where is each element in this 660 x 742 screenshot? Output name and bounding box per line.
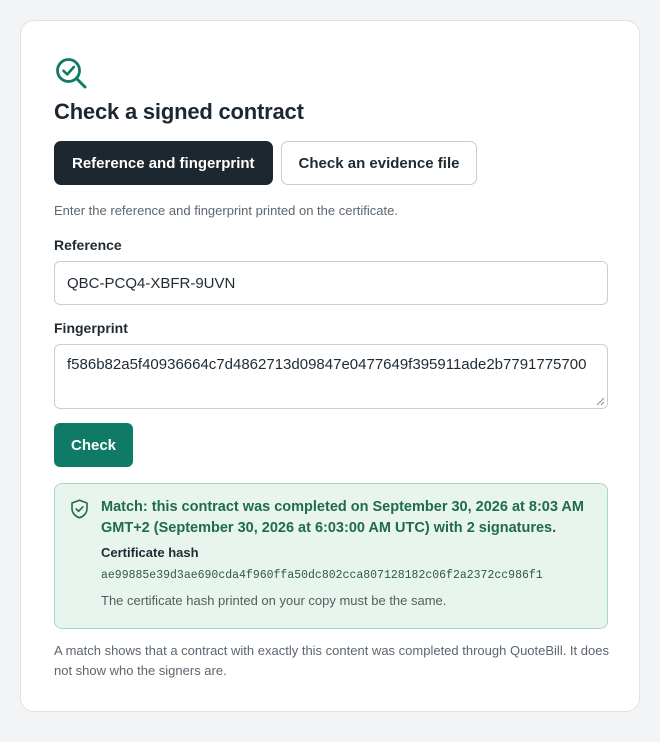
page-title: Check a signed contract bbox=[54, 99, 304, 124]
mode-tabs: Reference and fingerprint Check an evide… bbox=[54, 141, 478, 185]
reference-value: QBC-PCQ4-XBFR-9UVN bbox=[67, 274, 236, 292]
tab-reference-fingerprint[interactable]: Reference and fingerprint bbox=[54, 141, 273, 185]
certificate-hash-label: Certificate hash bbox=[101, 545, 199, 560]
fingerprint-value: f586b82a5f40936664c7d4862713d09847e04776… bbox=[67, 356, 587, 373]
reference-label: Reference bbox=[54, 237, 122, 253]
verify-card: Check a signed contract Reference and fi… bbox=[20, 20, 640, 712]
certificate-hash-value: ae99885e39d3ae690cda4f960ffa50dc802cca80… bbox=[101, 569, 543, 582]
fingerprint-label: Fingerprint bbox=[54, 320, 128, 336]
footnote: A match shows that a contract with exact… bbox=[54, 643, 609, 678]
fingerprint-textarea[interactable]: f586b82a5f40936664c7d4862713d09847e04776… bbox=[54, 344, 608, 409]
reference-input[interactable]: QBC-PCQ4-XBFR-9UVN bbox=[54, 261, 608, 305]
shield-check-icon bbox=[71, 499, 88, 519]
check-button[interactable]: Check bbox=[54, 423, 133, 467]
result-panel: Match: this contract was completed on Se… bbox=[54, 483, 608, 629]
form-hint: Enter the reference and fingerprint prin… bbox=[54, 203, 398, 218]
magnifier-check-icon bbox=[56, 58, 87, 89]
certificate-hash-note: The certificate hash printed on your cop… bbox=[101, 593, 447, 608]
tab-evidence-file[interactable]: Check an evidence file bbox=[280, 141, 478, 185]
resize-handle-icon[interactable] bbox=[596, 397, 605, 406]
result-message: Match: this contract was completed on Se… bbox=[101, 499, 584, 536]
